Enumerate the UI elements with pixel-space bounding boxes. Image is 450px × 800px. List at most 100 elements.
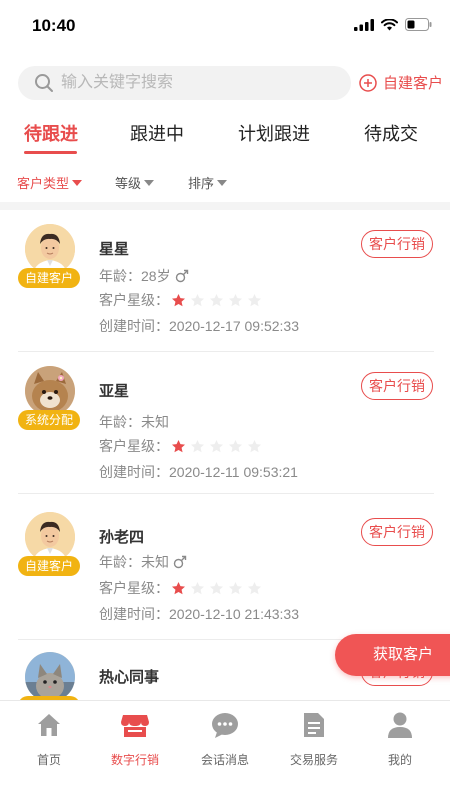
nav-label: 我的 [387, 753, 412, 767]
customer-marketing-button[interactable]: 客户行销 [361, 372, 433, 400]
star-empty-icon [229, 439, 242, 452]
nav-mine[interactable]: 我的 [360, 709, 440, 768]
nav-label: 首页 [36, 753, 61, 767]
customer-created: 创建时间： 2020-12-11 09:53:21 [99, 462, 298, 482]
star-rating [171, 439, 262, 454]
add-customer-button[interactable]: 自建客户 [359, 72, 443, 93]
avatar [25, 366, 75, 416]
customer-age: 年龄： 未知 [99, 412, 169, 432]
created-value: 2020-12-11 09:53:21 [169, 464, 298, 480]
customer-age: 年龄： 未知 [99, 552, 187, 572]
home-icon [38, 714, 60, 736]
star-empty-icon [248, 581, 261, 594]
male-icon [175, 269, 188, 283]
star-empty-icon [191, 581, 204, 594]
customer-rating: 客户星级： [99, 436, 262, 456]
nav-trade-service[interactable]: 交易服务 [274, 709, 354, 768]
tab-planned[interactable]: 计划跟进 [238, 120, 310, 146]
filter-customer-type[interactable]: 客户类型 [17, 173, 83, 192]
status-bar: 10:40 [0, 0, 450, 52]
created-value: 2020-12-10 21:43:33 [169, 606, 299, 622]
star-empty-icon [248, 293, 261, 306]
nav-messages[interactable]: 会话消息 [185, 709, 265, 768]
dog-avatar-icon [25, 366, 75, 416]
star-filled-icon [172, 293, 185, 306]
tab-bar: 待跟进 跟进中 计划跟进 待成交 [0, 112, 450, 156]
created-label: 创建时间： [99, 606, 169, 622]
search-input[interactable] [61, 66, 341, 100]
customer-name: 亚星 [99, 383, 130, 400]
customer-source-badge: 自建客户 [18, 268, 80, 288]
star-empty-icon [248, 439, 261, 452]
tab-to-close[interactable]: 待成交 [364, 120, 418, 146]
search-row: 自建客户 [0, 66, 450, 102]
customer-rating: 客户星级： [99, 578, 262, 598]
search-box[interactable] [18, 66, 351, 100]
star-empty-icon [210, 581, 223, 594]
created-label: 创建时间： [99, 318, 169, 334]
avatar [25, 224, 75, 274]
caret-down-icon [72, 179, 83, 186]
nav-home[interactable]: 首页 [9, 709, 89, 768]
star-empty-icon [210, 439, 223, 452]
get-customers-button[interactable]: 获取客户 [335, 634, 450, 676]
nav-label: 会话消息 [200, 753, 249, 767]
customer-source-badge: 自建客户 [18, 556, 80, 576]
filter-level[interactable]: 等级 [115, 173, 155, 192]
filter-sort[interactable]: 排序 [188, 173, 228, 192]
status-icons [354, 18, 432, 31]
age-value: 28岁 [141, 268, 171, 284]
customer-marketing-button[interactable]: 客户行销 [361, 230, 433, 258]
customer-card[interactable]: 系统分配 亚星 年龄： 未知 客户星级： 创建时间： 2020-12-11 09… [0, 352, 450, 494]
store-icon [121, 715, 149, 737]
customer-rating: 客户星级： [99, 290, 262, 310]
filter-label: 客户类型 [17, 176, 70, 191]
star-rating [171, 293, 262, 308]
age-label: 年龄： [99, 554, 141, 570]
tab-in-progress[interactable]: 跟进中 [130, 120, 184, 146]
avatar [25, 512, 75, 562]
star-empty-icon [229, 581, 242, 594]
man-avatar-icon [25, 224, 75, 274]
customer-card[interactable]: 自建客户 星星 年龄： 28岁 客户星级： 创建时间： 2020-12-17 0… [0, 210, 450, 352]
customer-age: 年龄： 28岁 [99, 266, 189, 286]
bottom-nav: 首页 数字行销 会话消息 交易服务 我的 [0, 700, 450, 800]
customer-name: 热心同事 [99, 669, 160, 686]
rating-label: 客户星级： [99, 580, 169, 596]
filter-label: 等级 [115, 176, 142, 191]
user-icon [388, 712, 412, 738]
nav-label: 交易服务 [289, 753, 338, 767]
document-icon [304, 713, 324, 737]
add-customer-label: 自建客户 [383, 75, 444, 92]
age-label: 年龄： [99, 268, 141, 284]
star-empty-icon [229, 293, 242, 306]
customer-card[interactable]: 自建客户 孙老四 年龄： 未知 客户星级： 创建时间： 2020-12-10 2… [0, 498, 450, 640]
customer-marketing-button[interactable]: 客户行销 [361, 518, 433, 546]
customer-created: 创建时间： 2020-12-10 21:43:33 [99, 604, 299, 624]
status-time: 10:40 [32, 16, 76, 35]
customer-list: 自建客户 星星 年龄： 28岁 客户星级： 创建时间： 2020-12-17 0… [0, 210, 450, 700]
rating-label: 客户星级： [99, 292, 169, 308]
star-filled-icon [172, 439, 185, 452]
star-empty-icon [210, 293, 223, 306]
section-divider [0, 202, 450, 210]
customer-created: 创建时间： 2020-12-17 09:52:33 [99, 316, 299, 336]
cat-avatar-icon [25, 652, 75, 700]
tab-pending[interactable]: 待跟进 [24, 120, 78, 146]
man-avatar-icon [25, 512, 75, 562]
star-rating [171, 581, 262, 596]
age-label: 年龄： [99, 414, 141, 430]
plus-circle-icon [359, 73, 377, 92]
filter-label: 排序 [188, 176, 215, 191]
wifi-icon [381, 18, 398, 30]
rating-label: 客户星级： [99, 438, 169, 454]
age-value: 未知 [141, 414, 169, 430]
customer-source-badge: 系统分配 [18, 410, 80, 430]
nav-label: 数字行销 [110, 753, 159, 767]
age-value: 未知 [141, 554, 169, 570]
caret-down-icon [217, 179, 228, 186]
filter-bar: 客户类型 等级 排序 [0, 160, 450, 202]
nav-digital-marketing[interactable]: 数字行销 [95, 709, 175, 768]
male-icon [173, 555, 187, 569]
star-empty-icon [191, 293, 204, 306]
